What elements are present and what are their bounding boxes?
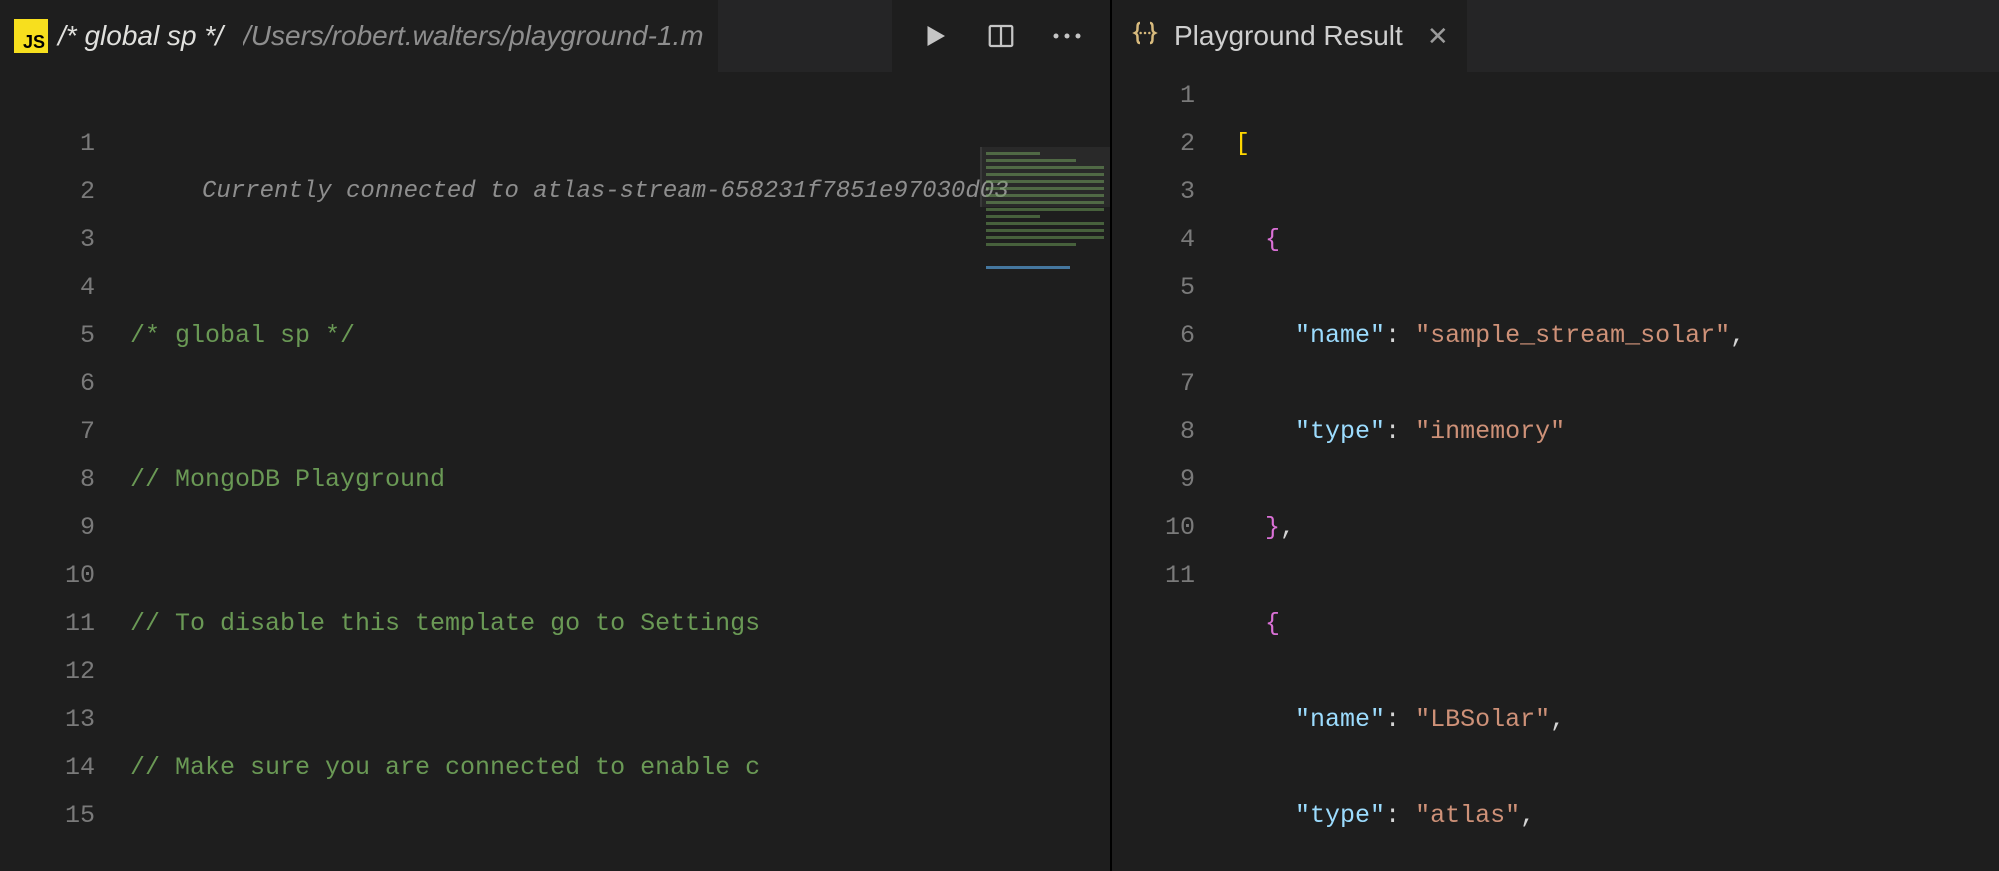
line-number: 7 xyxy=(1112,360,1195,408)
line-number: 8 xyxy=(0,456,95,504)
close-icon[interactable]: ✕ xyxy=(1427,21,1449,52)
line-number: 2 xyxy=(1112,120,1195,168)
editor-tab-result[interactable]: Playground Result ✕ xyxy=(1112,0,1467,72)
line-number: 1 xyxy=(0,120,95,168)
line-number: 5 xyxy=(1112,264,1195,312)
code-editor-right[interactable]: 1 2 3 4 5 6 7 8 9 10 11 [ { "name": "sam… xyxy=(1112,72,1999,871)
line-number: 6 xyxy=(1112,312,1195,360)
line-number: 10 xyxy=(1112,504,1195,552)
line-number: 4 xyxy=(0,264,95,312)
minimap-slider[interactable] xyxy=(980,147,1110,207)
line-gutter-right: 1 2 3 4 5 6 7 8 9 10 11 xyxy=(1112,72,1227,871)
line-number: 11 xyxy=(0,600,95,648)
split-editor-icon[interactable] xyxy=(986,21,1016,51)
line-number: 12 xyxy=(0,648,95,696)
line-number: 11 xyxy=(1112,552,1195,600)
connection-status: Currently connected to atlas-stream-6582… xyxy=(130,168,1110,216)
code-content-right[interactable]: [ { "name": "sample_stream_solar", "type… xyxy=(1227,72,1999,871)
line-number: 3 xyxy=(1112,168,1195,216)
editor-tab-playground[interactable]: JS /* global sp */ /Users/robert.walters… xyxy=(0,0,718,72)
line-number: 6 xyxy=(0,360,95,408)
code-editor-left[interactable]: 1 2 3 4 5 6 7 8 9 10 11 12 13 14 15 Curr… xyxy=(0,72,1110,871)
editor-pane-left: JS /* global sp */ /Users/robert.walters… xyxy=(0,0,1110,871)
line-number: 10 xyxy=(0,552,95,600)
json-file-icon xyxy=(1130,18,1160,55)
line-number: 15 xyxy=(0,792,95,840)
code-content-left[interactable]: Currently connected to atlas-stream-6582… xyxy=(130,72,1110,871)
js-file-icon: JS xyxy=(14,19,48,53)
line-number: 7 xyxy=(0,408,95,456)
line-number: 13 xyxy=(0,696,95,744)
line-number: 1 xyxy=(1112,72,1195,120)
tab-title: Playground Result xyxy=(1174,20,1403,52)
line-number: 4 xyxy=(1112,216,1195,264)
tab-bar-left: JS /* global sp */ /Users/robert.walters… xyxy=(0,0,1110,72)
line-number: 2 xyxy=(0,168,95,216)
editor-pane-right: Playground Result ✕ 1 2 3 4 5 6 7 8 9 10… xyxy=(1112,0,1999,871)
line-number: 9 xyxy=(1112,456,1195,504)
line-number: 8 xyxy=(1112,408,1195,456)
line-number: 14 xyxy=(0,744,95,792)
line-number: 9 xyxy=(0,504,95,552)
line-number: 5 xyxy=(0,312,95,360)
tab-title: /* global sp */ xyxy=(58,20,223,52)
run-icon[interactable] xyxy=(920,21,950,51)
more-icon[interactable] xyxy=(1052,32,1082,40)
tab-bar-right: Playground Result ✕ xyxy=(1112,0,1999,72)
line-gutter-left: 1 2 3 4 5 6 7 8 9 10 11 12 13 14 15 xyxy=(0,72,130,871)
line-number: 3 xyxy=(0,216,95,264)
tab-path: /Users/robert.walters/playground-1.m xyxy=(243,20,704,52)
editor-actions xyxy=(892,0,1110,72)
